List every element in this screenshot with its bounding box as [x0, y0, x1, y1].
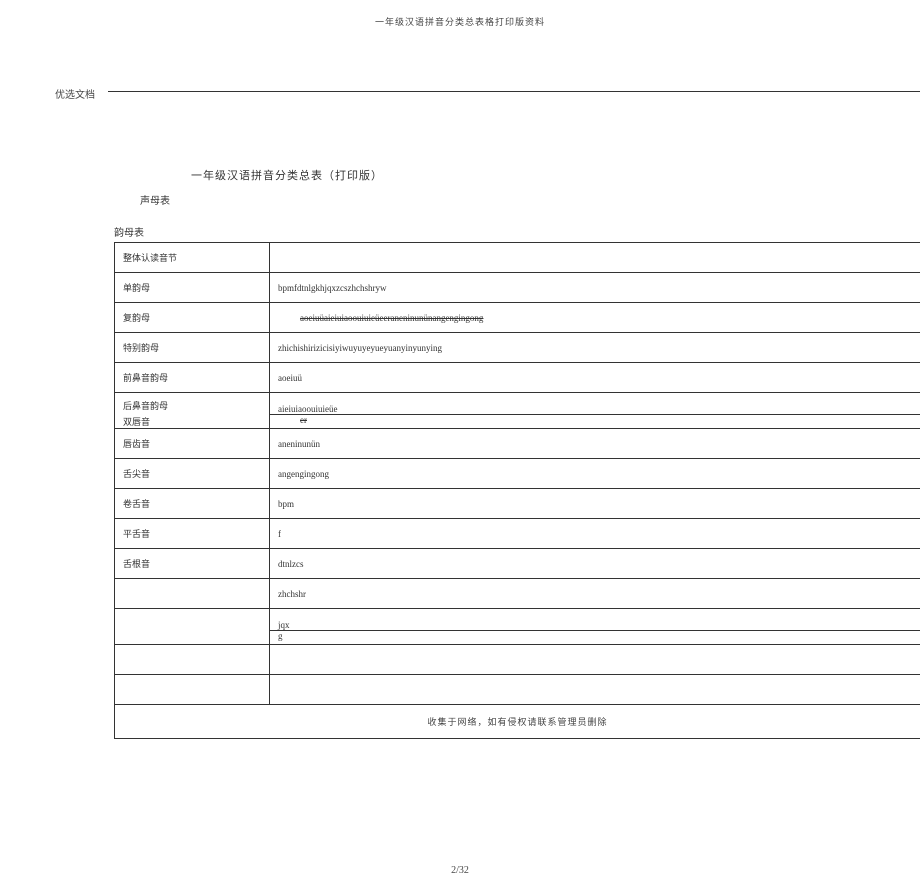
row-value: aieiuiaoouiuieüe	[270, 393, 920, 415]
row-value: zhchshr	[270, 579, 920, 609]
row-label: 舌尖音	[115, 459, 270, 489]
table-row: 单韵母bpmfdtnlgkhjqxzcszhchshryw	[115, 273, 920, 303]
row-value: er	[270, 415, 920, 429]
row-value: angengingong	[270, 459, 920, 489]
row-label	[115, 675, 270, 705]
row-label: 双唇音	[115, 415, 270, 429]
row-label: 后鼻音韵母	[115, 393, 270, 415]
table-row: 舌根音dtnlzcs	[115, 549, 920, 579]
row-value: zhichishirizicisiyiwuyuyeyueyuanyinyunyi…	[270, 333, 920, 363]
row-value: jqx	[270, 609, 920, 631]
table-row: 收集于网络，如有侵权请联系管理员删除	[115, 705, 920, 739]
doc-tag: 优选文档	[55, 86, 95, 101]
row-value	[270, 243, 920, 273]
row-label: 整体认读音节	[115, 243, 270, 273]
row-label	[115, 631, 270, 645]
label-yunmu: 韵母表	[114, 224, 920, 239]
table-row: jqx	[115, 609, 920, 631]
table-row: zhchshr	[115, 579, 920, 609]
row-label: 复韵母	[115, 303, 270, 333]
table-row: 卷舌音bpm	[115, 489, 920, 519]
table-row: 复韵母aoeiuüaieiuiaoouiuieüeeraneninunünang…	[115, 303, 920, 333]
row-value: bpmfdtnlgkhjqxzcszhchshryw	[270, 273, 920, 303]
row-value: dtnlzcs	[270, 549, 920, 579]
row-label: 前鼻音韵母	[115, 363, 270, 393]
page-title: 一年级汉语拼音分类总表（打印版）	[191, 167, 920, 183]
label-shengmu: 声母表	[140, 192, 920, 207]
row-label: 平舌音	[115, 519, 270, 549]
table-row	[115, 645, 920, 675]
row-value: aneninunün	[270, 429, 920, 459]
row-label: 唇齿音	[115, 429, 270, 459]
footer-note: 收集于网络，如有侵权请联系管理员删除	[123, 715, 912, 728]
table-row: 特别韵母zhichishirizicisiyiwuyuyeyueyuanyiny…	[115, 333, 920, 363]
table-row: 整体认读音节	[115, 243, 920, 273]
page-header: 一年级汉语拼音分类总表格打印版资料	[0, 0, 920, 28]
row-value: f	[270, 519, 920, 549]
pinyin-table: 整体认读音节单韵母bpmfdtnlgkhjqxzcszhchshryw复韵母ao…	[114, 242, 920, 739]
row-label	[115, 609, 270, 631]
table-row: 前鼻音韵母aoeiuü	[115, 363, 920, 393]
row-label: 卷舌音	[115, 489, 270, 519]
table-row: 双唇音er	[115, 415, 920, 429]
row-value	[270, 675, 920, 705]
row-label	[115, 645, 270, 675]
row-value: aoeiuüaieiuiaoouiuieüeeraneninunünangeng…	[270, 303, 920, 333]
table-row: g	[115, 631, 920, 645]
row-value	[270, 645, 920, 675]
row-label	[115, 579, 270, 609]
row-label: 单韵母	[115, 273, 270, 303]
table-row: 唇齿音aneninunün	[115, 429, 920, 459]
header-rule	[108, 91, 920, 92]
table-row: 舌尖音angengingong	[115, 459, 920, 489]
row-value: g	[270, 631, 920, 645]
row-value: aoeiuü	[270, 363, 920, 393]
row-label: 舌根音	[115, 549, 270, 579]
table-row: 后鼻音韵母aieiuiaoouiuieüe	[115, 393, 920, 415]
table-row	[115, 675, 920, 705]
row-value: bpm	[270, 489, 920, 519]
row-label: 特别韵母	[115, 333, 270, 363]
table-row: 平舌音f	[115, 519, 920, 549]
page-number: 2/32	[0, 865, 920, 876]
content-area: 一年级汉语拼音分类总表（打印版） 声母表 韵母表 整体认读音节单韵母bpmfdt…	[114, 167, 920, 739]
